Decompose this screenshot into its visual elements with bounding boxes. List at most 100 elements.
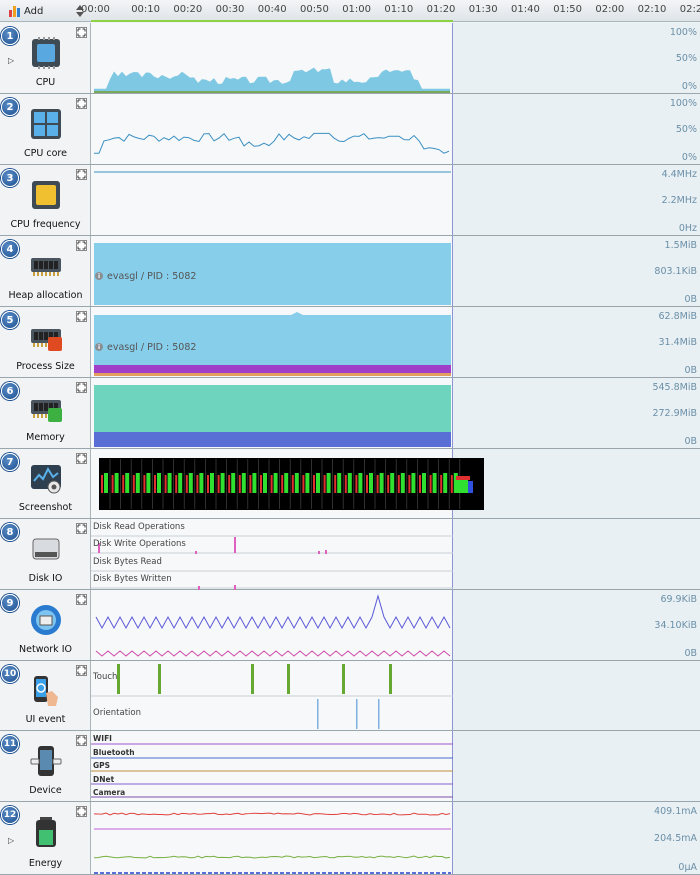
expand-icon[interactable] xyxy=(76,169,87,180)
chart-row-device[interactable]: 11 Device WIFI Bluetooth GPS DNet Camera xyxy=(0,731,700,802)
row-label-cell[interactable]: 12 Energy ▷ xyxy=(0,802,91,874)
time-tick-label: 01:20 xyxy=(426,4,456,15)
scale-label: 62.8MiB xyxy=(658,311,697,322)
plot-canvas xyxy=(91,743,453,798)
expand-caret-icon[interactable]: ▷ xyxy=(8,56,14,65)
info-icon: i xyxy=(95,272,103,280)
sub-track-label: Touch xyxy=(93,672,118,682)
row-label-cell[interactable]: 6 Memory xyxy=(0,378,91,448)
add-label: Add xyxy=(24,5,44,17)
expand-icon[interactable] xyxy=(76,453,87,464)
expand-icon[interactable] xyxy=(76,523,87,534)
expand-icon[interactable] xyxy=(76,806,87,817)
row-name-label: Disk IO xyxy=(28,573,63,584)
chart-row-cpu[interactable]: 1 CPU ▷ 100% 50% 0% xyxy=(0,23,700,94)
scale-label: 545.8MiB xyxy=(652,382,697,393)
expand-icon[interactable] xyxy=(76,594,87,605)
timeline-app: Add 00:00 00:10 00:20 00:30 00:40 00:50 01:00 0… xyxy=(0,0,700,875)
chart-row-disk-io[interactable]: 8 Disk IO Disk Read Operations Disk Write O… xyxy=(0,519,700,590)
time-ruler[interactable]: 00:00 00:10 00:20 00:30 00:40 00:50 01:00 01:10… xyxy=(81,0,700,22)
scale-label: 0B xyxy=(684,365,697,376)
add-chart-button[interactable]: Add xyxy=(2,2,70,20)
row-label-cell[interactable]: 4 Heap allocation xyxy=(0,236,91,306)
sub-track-label: GPS xyxy=(93,761,111,770)
chart-plot-area[interactable]: 545.8MiB 272.9MiB 0B xyxy=(91,378,700,448)
scale-label: 1.5MiB xyxy=(664,240,697,251)
plot-canvas xyxy=(94,171,451,173)
plot-canvas xyxy=(91,664,453,729)
row-label-cell[interactable]: 8 Disk IO xyxy=(0,519,91,589)
disk-io-icon xyxy=(32,538,60,560)
energy-icon xyxy=(36,817,56,847)
row-number-badge: 10 xyxy=(1,665,19,683)
expand-icon[interactable] xyxy=(76,240,87,251)
row-label-cell[interactable]: 2 CPU core xyxy=(0,94,91,164)
info-icon: i xyxy=(95,343,103,351)
expand-icon[interactable] xyxy=(76,98,87,109)
row-name-label: Network IO xyxy=(19,644,72,655)
scale-label: 31.4MiB xyxy=(658,336,697,348)
scale-label: 0% xyxy=(681,152,697,163)
time-tick-label: 00:40 xyxy=(257,4,287,15)
chart-row-memory[interactable]: 6 Memory 545.8MiB 272.9MiB 0B xyxy=(0,378,700,449)
chart-plot-area[interactable]: Disk Read Operations Disk Write Operation… xyxy=(91,519,700,590)
row-name-label: Screenshot xyxy=(18,502,73,513)
chart-row-ui-event[interactable]: 10 UI event Touch Orientation xyxy=(0,661,700,731)
plot-canvas xyxy=(93,812,451,874)
chart-plot-area[interactable] xyxy=(91,449,700,518)
row-label-cell[interactable]: 9 Network IO xyxy=(0,590,91,660)
row-number-badge: 2 xyxy=(1,98,19,116)
time-tick-label: 01:10 xyxy=(384,4,414,15)
chart-plot-area[interactable]: 62.8MiB 31.4MiB 0B i evasgl / PID : 5082 xyxy=(91,307,700,377)
chart-row-process-size[interactable]: 5 Process Size 62.8MiB 31.4MiB 0B i evasgl / P… xyxy=(0,307,700,378)
scale-label: 50% xyxy=(675,123,697,135)
chart-row-network-io[interactable]: 9 Network IO 69.9KiB 34.10KiB 0B xyxy=(0,590,700,661)
scale-label: 69.9KiB xyxy=(660,594,697,605)
expand-icon[interactable] xyxy=(76,382,87,393)
scale-label: 0B xyxy=(684,294,697,305)
chart-plot-area[interactable]: 1.5MiB 803.1KiB 0B i evasgl / PID : 5082 xyxy=(91,236,700,306)
process-name: evasgl / PID : 5082 xyxy=(107,341,197,353)
expand-icon[interactable] xyxy=(76,27,87,38)
process-name: evasgl / PID : 5082 xyxy=(107,270,197,282)
chart-plot-area[interactable]: 100% 50% 0% xyxy=(91,23,700,93)
expand-icon[interactable] xyxy=(76,735,87,746)
chart-plot-area[interactable]: 4.4MHz 2.2MHz 0Hz xyxy=(91,165,700,235)
scale-label: 803.1KiB xyxy=(654,265,697,277)
memory-icon xyxy=(31,400,62,422)
chart-plot-area[interactable]: WIFI Bluetooth GPS DNet Camera xyxy=(91,731,700,801)
row-label-cell[interactable]: 10 UI event xyxy=(0,661,91,730)
screenshot-icon xyxy=(31,465,61,494)
chart-plot-area[interactable]: Touch Orientation xyxy=(91,661,700,730)
sub-track-label: Orientation xyxy=(93,708,141,718)
row-label-cell[interactable]: 7 Screenshot xyxy=(0,449,91,518)
chart-row-cpu-frequency[interactable]: 3 CPU frequency 4.4MHz 2.2MHz 0Hz xyxy=(0,165,700,236)
chart-plot-area[interactable]: 100% 50% 0% xyxy=(91,94,700,164)
chart-row-heap-allocation[interactable]: 4 Heap allocation 1.5MiB 803.1KiB 0B i evasgl … xyxy=(0,236,700,307)
process-size-icon xyxy=(31,329,62,351)
row-label-cell[interactable]: 5 Process Size xyxy=(0,307,91,377)
row-number-badge: 11 xyxy=(1,735,19,753)
scale-label: 0Hz xyxy=(678,223,697,234)
row-name-label: Heap allocation xyxy=(8,290,83,301)
ui-event-icon xyxy=(34,676,58,706)
chart-plot-area[interactable]: 409.1mA 204.5mA 0μA xyxy=(91,802,700,874)
expand-icon[interactable] xyxy=(76,311,87,322)
scale-label: 409.1mA xyxy=(654,806,697,817)
row-name-label: UI event xyxy=(25,714,66,725)
chart-row-screenshot[interactable]: 7 Screenshot xyxy=(0,449,700,519)
row-label-cell[interactable]: 1 CPU ▷ xyxy=(0,23,91,93)
scale-label: 272.9MiB xyxy=(652,407,697,419)
cpu-core-icon xyxy=(31,109,61,139)
chart-row-energy[interactable]: 12 Energy ▷ 409.1mA 204.5mA 0μA xyxy=(0,802,700,875)
row-label-cell[interactable]: 11 Device xyxy=(0,731,91,801)
plot-canvas xyxy=(99,458,484,510)
expand-caret-icon[interactable]: ▷ xyxy=(8,836,14,845)
row-label-cell[interactable]: 3 CPU frequency xyxy=(0,165,91,235)
row-number-badge: 4 xyxy=(1,240,19,258)
expand-icon[interactable] xyxy=(76,665,87,676)
row-name-label: CPU xyxy=(35,77,56,88)
chart-plot-area[interactable]: 69.9KiB 34.10KiB 0B xyxy=(91,590,700,660)
chart-row-cpu-core[interactable]: 2 CPU core 100% 50% 0% xyxy=(0,94,700,165)
time-tick-label: 02:00 xyxy=(595,4,625,15)
